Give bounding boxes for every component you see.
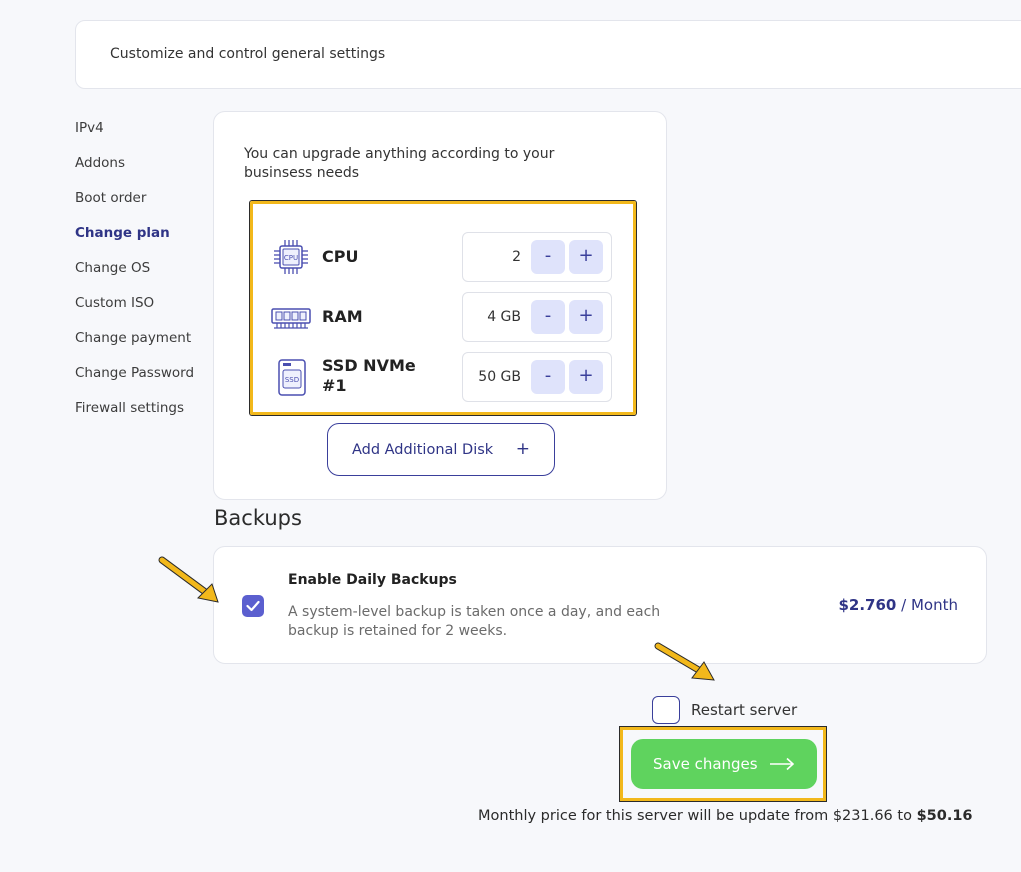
annotation-arrow-icon <box>158 556 219 603</box>
sidebar-item-change-payment[interactable]: Change payment <box>75 330 205 365</box>
backup-option-description: A system-level backup is taken once a da… <box>288 604 661 639</box>
backup-option-card: Enable Daily Backups A system-level back… <box>213 546 987 664</box>
ssd-decrease-button[interactable]: - <box>531 360 565 394</box>
restart-server-checkbox[interactable] <box>652 696 680 724</box>
ssd-icon: SSD <box>278 359 306 396</box>
cpu-increase-button[interactable]: + <box>569 240 603 274</box>
plan-intro-text: You can upgrade anything according to yo… <box>244 146 555 181</box>
resource-name-cpu: CPU <box>322 247 359 266</box>
checkmark-icon <box>246 600 260 612</box>
monthly-price-note: Monthly price for this server will be up… <box>478 808 973 824</box>
ram-icon <box>271 308 311 329</box>
ssd-value: 50 GB <box>478 369 521 385</box>
cpu-decrease-button[interactable]: - <box>531 240 565 274</box>
cpu-stepper: 2 - + <box>462 232 612 282</box>
backups-heading: Backups <box>214 506 302 530</box>
ram-value: 4 GB <box>487 309 521 325</box>
resource-name-ssd: SSD NVMe #1 <box>322 356 416 395</box>
backup-price-period: / Month <box>901 596 958 614</box>
enable-backups-checkbox[interactable] <box>242 595 264 617</box>
ram-decrease-button[interactable]: - <box>531 300 565 334</box>
annotation-arrow-icon <box>654 642 715 681</box>
resource-row-cpu: CPU CPU 2 - + <box>271 232 612 284</box>
sidebar-item-addons[interactable]: Addons <box>75 155 205 190</box>
ssd-icon-text: SSD <box>285 376 299 384</box>
sidebar-item-ipv4[interactable]: IPv4 <box>75 120 205 155</box>
backup-price: $2.760 / Month <box>838 596 958 614</box>
settings-header-card: Customize and control general settings <box>75 20 1021 89</box>
sidebar-item-boot-order[interactable]: Boot order <box>75 190 205 225</box>
save-changes-label: Save changes <box>653 755 758 773</box>
cpu-value: 2 <box>512 249 521 265</box>
backup-price-amount: $2.760 <box>838 596 897 614</box>
sidebar-item-custom-iso[interactable]: Custom ISO <box>75 295 205 330</box>
resource-row-ssd: SSD SSD NVMe #1 50 GB - + <box>271 352 612 404</box>
sidebar-item-firewall-settings[interactable]: Firewall settings <box>75 400 205 435</box>
settings-sidebar: IPv4 Addons Boot order Change plan Chang… <box>75 120 205 435</box>
backup-option-title: Enable Daily Backups <box>288 572 457 588</box>
price-note-new-price: $50.16 <box>916 808 973 824</box>
change-plan-card: You can upgrade anything according to yo… <box>213 111 667 500</box>
sidebar-item-change-password[interactable]: Change Password <box>75 365 205 400</box>
sidebar-item-change-plan[interactable]: Change plan <box>75 225 205 260</box>
ram-increase-button[interactable]: + <box>569 300 603 334</box>
cpu-icon-text: CPU <box>284 254 298 262</box>
save-changes-button[interactable]: Save changes <box>631 739 817 789</box>
restart-server-label: Restart server <box>691 701 798 719</box>
settings-subtitle: Customize and control general settings <box>110 46 386 62</box>
ssd-stepper: 50 GB - + <box>462 352 612 402</box>
sidebar-item-change-os[interactable]: Change OS <box>75 260 205 295</box>
resource-row-ram: RAM 4 GB - + <box>271 292 612 344</box>
arrow-right-icon <box>770 757 795 771</box>
add-additional-disk-button[interactable]: Add Additional Disk + <box>327 423 555 476</box>
ssd-increase-button[interactable]: + <box>569 360 603 394</box>
price-note-text: Monthly price for this server will be up… <box>478 808 912 824</box>
resources-highlight: CPU CPU 2 - + RAM 4 GB - + SSD SSD NVMe … <box>250 201 636 415</box>
resource-name-ram: RAM <box>322 307 363 326</box>
cpu-icon: CPU <box>274 240 308 274</box>
plus-icon: + <box>515 439 531 459</box>
add-disk-label: Add Additional Disk <box>351 442 494 458</box>
ram-stepper: 4 GB - + <box>462 292 612 342</box>
